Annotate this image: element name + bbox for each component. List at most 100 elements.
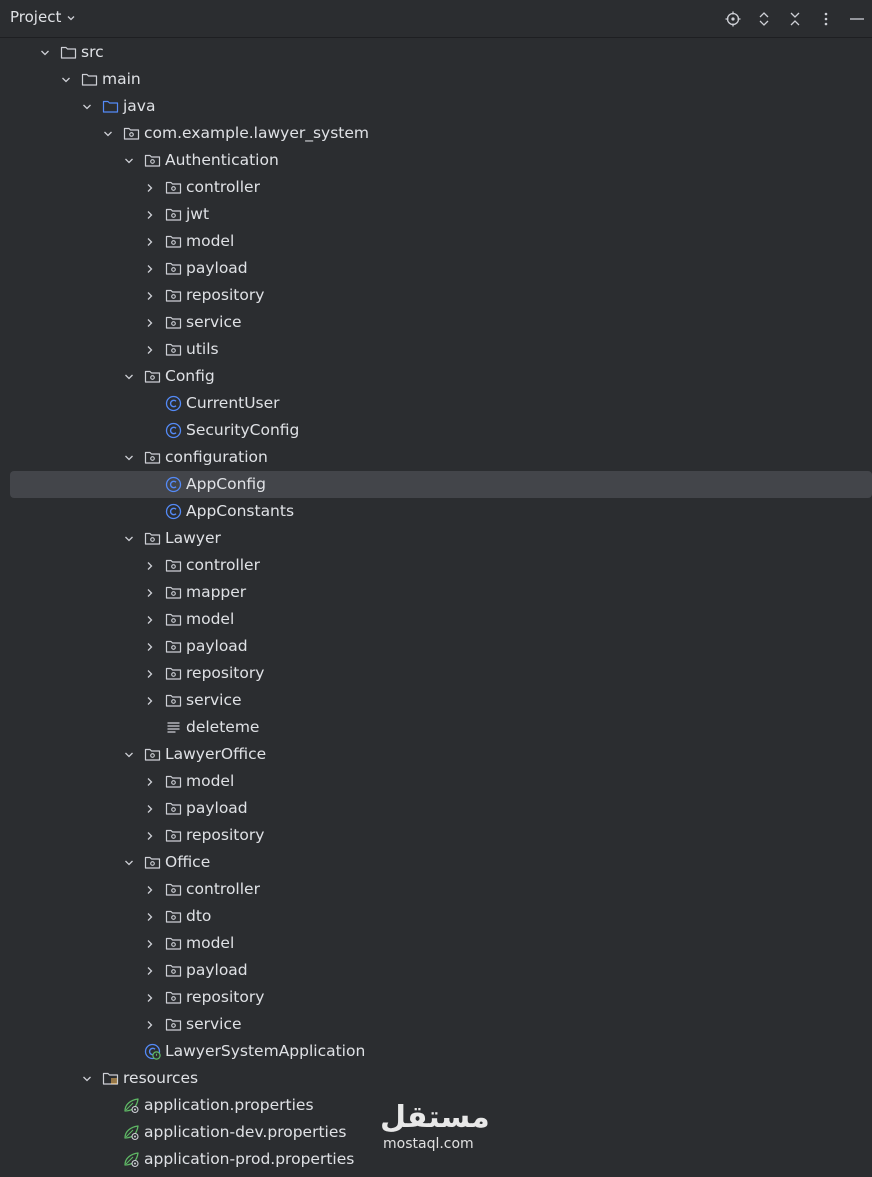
tree-node[interactable]: service xyxy=(0,309,872,336)
package-folder-icon xyxy=(165,638,182,655)
tree-node[interactable]: utils xyxy=(0,336,872,363)
tree-node-label: repository xyxy=(186,826,265,844)
tree-node[interactable]: SecurityConfig xyxy=(0,417,872,444)
tree-node[interactable]: application.properties xyxy=(0,1092,872,1119)
tree-node-label: Config xyxy=(165,367,215,385)
tree-node[interactable]: payload xyxy=(0,795,872,822)
chevron-right-icon[interactable] xyxy=(143,180,157,194)
tree-node-label: AppConstants xyxy=(186,502,295,520)
package-folder-icon xyxy=(165,341,182,358)
chevron-right-icon[interactable] xyxy=(143,612,157,626)
tree-node[interactable]: deleteme xyxy=(0,714,872,741)
chevron-right-icon[interactable] xyxy=(143,207,157,221)
chevron-right-icon[interactable] xyxy=(143,666,157,680)
chevron-down-icon[interactable] xyxy=(80,99,94,113)
tree-node[interactable]: controller xyxy=(0,876,872,903)
spring-properties-icon xyxy=(123,1124,140,1141)
tree-node[interactable]: model xyxy=(0,606,872,633)
chevron-down-icon[interactable] xyxy=(80,1071,94,1085)
tree-node[interactable]: AppConfig xyxy=(0,471,872,498)
tree-node[interactable]: service xyxy=(0,687,872,714)
chevron-down-icon[interactable] xyxy=(101,126,115,140)
expand-all-button[interactable] xyxy=(748,4,779,34)
package-folder-icon xyxy=(165,692,182,709)
tree-node[interactable]: src xyxy=(0,39,872,66)
chevron-down-icon[interactable] xyxy=(122,855,136,869)
tree-node[interactable]: dto xyxy=(0,903,872,930)
more-options-button[interactable] xyxy=(810,4,841,34)
tree-node-label: dto xyxy=(186,907,212,925)
tree-node[interactable]: payload xyxy=(0,633,872,660)
chevron-right-icon[interactable] xyxy=(143,261,157,275)
chevron-down-icon[interactable] xyxy=(122,450,136,464)
hide-panel-button[interactable] xyxy=(841,4,872,34)
chevron-right-icon[interactable] xyxy=(143,1017,157,1031)
tree-node[interactable]: LawyerSystemApplication xyxy=(0,1038,872,1065)
chevron-down-icon[interactable] xyxy=(122,747,136,761)
tree-node[interactable]: repository xyxy=(0,282,872,309)
chevron-right-icon[interactable] xyxy=(143,990,157,1004)
tree-node[interactable]: AppConstants xyxy=(0,498,872,525)
tree-node[interactable]: model xyxy=(0,228,872,255)
chevron-right-icon[interactable] xyxy=(143,882,157,896)
chevron-right-icon[interactable] xyxy=(143,693,157,707)
chevron-down-icon[interactable] xyxy=(59,72,73,86)
spring-application-icon xyxy=(144,1043,161,1060)
chevron-right-icon[interactable] xyxy=(143,639,157,653)
chevron-down-icon[interactable] xyxy=(38,45,52,59)
package-folder-icon xyxy=(144,368,161,385)
tree-node-label: repository xyxy=(186,286,265,304)
tree-node[interactable]: payload xyxy=(0,957,872,984)
tree-node[interactable]: LawyerOffice xyxy=(0,741,872,768)
tree-node-label: CurrentUser xyxy=(186,394,280,412)
tree-node[interactable]: Lawyer xyxy=(0,525,872,552)
chevron-right-icon[interactable] xyxy=(143,963,157,977)
tree-node[interactable]: resources xyxy=(0,1065,872,1092)
tree-node[interactable]: controller xyxy=(0,552,872,579)
tree-node[interactable]: payload xyxy=(0,255,872,282)
tree-node[interactable]: mapper xyxy=(0,579,872,606)
tree-node[interactable]: application-dev.properties xyxy=(0,1119,872,1146)
collapse-all-button[interactable] xyxy=(779,4,810,34)
chevron-down-icon[interactable] xyxy=(122,369,136,383)
chevron-right-icon[interactable] xyxy=(143,234,157,248)
project-view-selector[interactable]: Project xyxy=(10,8,76,26)
tree-node[interactable]: java xyxy=(0,93,872,120)
chevron-right-icon[interactable] xyxy=(143,288,157,302)
chevron-right-icon[interactable] xyxy=(143,774,157,788)
chevron-right-icon[interactable] xyxy=(143,585,157,599)
chevron-right-icon[interactable] xyxy=(143,828,157,842)
tree-node[interactable]: Office xyxy=(0,849,872,876)
tree-node-label: Lawyer xyxy=(165,529,221,547)
tree-node[interactable]: Config xyxy=(0,363,872,390)
chevron-down-icon[interactable] xyxy=(122,153,136,167)
tree-node[interactable]: com.example.lawyer_system xyxy=(0,120,872,147)
tree-node[interactable]: repository xyxy=(0,984,872,1011)
tree-node[interactable]: Authentication xyxy=(0,147,872,174)
package-folder-icon xyxy=(165,1016,182,1033)
tree-node[interactable]: CurrentUser xyxy=(0,390,872,417)
tree-node[interactable]: application-prod.properties xyxy=(0,1146,872,1173)
tree-node[interactable]: model xyxy=(0,930,872,957)
package-folder-icon xyxy=(144,152,161,169)
tree-node[interactable]: repository xyxy=(0,660,872,687)
tree-node-label: src xyxy=(81,43,104,61)
package-folder-icon xyxy=(165,233,182,250)
tree-node[interactable]: main xyxy=(0,66,872,93)
tree-node[interactable]: repository xyxy=(0,822,872,849)
panel-title: Project xyxy=(10,8,62,26)
chevron-right-icon[interactable] xyxy=(143,558,157,572)
chevron-right-icon[interactable] xyxy=(143,909,157,923)
locate-button[interactable] xyxy=(717,4,748,34)
chevron-right-icon[interactable] xyxy=(143,936,157,950)
tree-node[interactable]: service xyxy=(0,1011,872,1038)
chevron-right-icon[interactable] xyxy=(143,801,157,815)
chevron-down-icon[interactable] xyxy=(122,531,136,545)
tree-node[interactable]: configuration xyxy=(0,444,872,471)
chevron-down-icon xyxy=(67,16,75,21)
tree-node[interactable]: jwt xyxy=(0,201,872,228)
tree-node[interactable]: model xyxy=(0,768,872,795)
chevron-right-icon[interactable] xyxy=(143,315,157,329)
chevron-right-icon[interactable] xyxy=(143,342,157,356)
tree-node[interactable]: controller xyxy=(0,174,872,201)
